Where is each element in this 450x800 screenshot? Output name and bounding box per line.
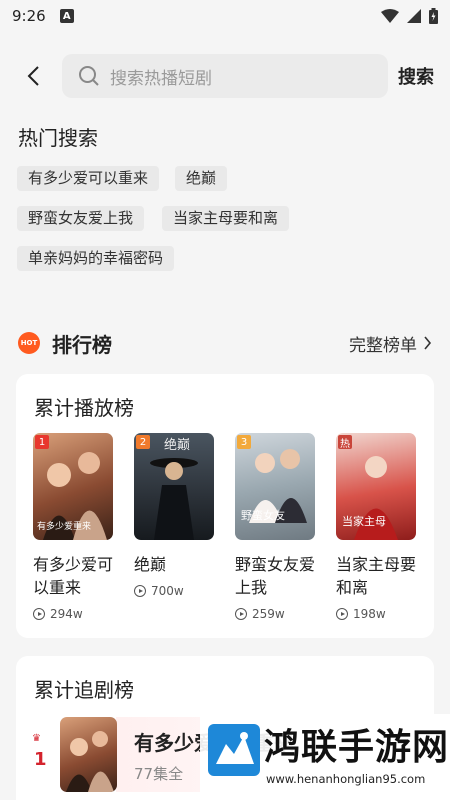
chevron-left-icon <box>27 66 39 86</box>
drama-name: 当家主母要和离 <box>336 555 417 597</box>
watermark-url: www.henanhonglian95.com <box>266 772 426 786</box>
hot-flame-icon: HOT <box>18 332 40 354</box>
status-bar: 9:26 A <box>0 0 450 32</box>
hot-tag[interactable]: 有多少爱可以重来 <box>17 166 160 191</box>
play-count: 259w <box>235 607 315 621</box>
ranking-title: 排行榜 <box>52 332 112 357</box>
search-placeholder: 搜索热播短剧 <box>110 68 212 89</box>
drama-poster: 当家主母 热 <box>336 433 416 540</box>
search-icon <box>79 66 99 86</box>
episode-count: 77集全 <box>134 765 184 783</box>
play-count: 294w <box>33 607 113 621</box>
drama-name: 绝巅 <box>134 555 167 574</box>
crown-icon: ♛ <box>32 733 41 744</box>
drama-card[interactable]: 有多少爱重来 1 有多少爱可以重来 294w <box>33 433 113 621</box>
notification-a-icon: A <box>59 9 74 23</box>
drama-card[interactable]: 绝巅 2 绝巅 700w <box>134 433 214 598</box>
svg-text:野蛮女友: 野蛮女友 <box>241 508 285 522</box>
play-icon <box>235 608 247 620</box>
play-count: 700w <box>134 584 214 598</box>
back-button[interactable] <box>18 61 48 91</box>
rank-badge: 2 <box>136 435 150 449</box>
hot-tag[interactable]: 野蛮女友爱上我 <box>17 206 145 231</box>
svg-text:当家主母: 当家主母 <box>342 514 386 528</box>
hot-search-title: 热门搜索 <box>18 126 98 150</box>
play-count-value: 700w <box>151 584 184 598</box>
drama-card[interactable]: 野蛮女友 3 野蛮女友爱上我 259w <box>235 433 315 621</box>
wifi-icon <box>381 9 399 23</box>
watermark: 鸿联手游网 www.henanhonglian95.com <box>200 714 450 800</box>
search-row: 搜索热播短剧 搜索 <box>0 54 450 98</box>
drama-card[interactable]: 当家主母 热 当家主母要和离 198w <box>336 433 416 621</box>
watermark-logo-icon <box>208 724 260 776</box>
signal-icon <box>407 9 421 23</box>
search-input[interactable]: 搜索热播短剧 <box>62 54 388 98</box>
hot-tag[interactable]: 绝巅 <box>175 166 228 191</box>
drama-name: 有多少爱可以重来 <box>33 555 114 597</box>
rank-badge: 1 <box>35 435 49 449</box>
follow-chart-title: 累计追剧榜 <box>34 678 134 702</box>
full-list-link[interactable]: 完整榜单 <box>349 331 432 356</box>
rank-badge: 3 <box>237 435 251 449</box>
ranking-header: HOT 排行榜 完整榜单 <box>18 326 432 360</box>
play-icon <box>336 608 348 620</box>
play-count: 198w <box>336 607 416 621</box>
drama-poster: 绝巅 2 <box>134 433 214 540</box>
hot-tag[interactable]: 单亲妈妈的幸福密码 <box>17 246 175 271</box>
chevron-right-icon <box>424 336 432 350</box>
play-count-value: 259w <box>252 607 285 621</box>
svg-text:绝巅: 绝巅 <box>164 437 190 453</box>
svg-text:有多少爱重来: 有多少爱重来 <box>37 520 91 532</box>
search-button[interactable]: 搜索 <box>398 63 434 89</box>
drama-poster <box>60 717 117 792</box>
play-count-value: 198w <box>353 607 386 621</box>
hot-tag[interactable]: 当家主母要和离 <box>162 206 290 231</box>
drama-name: 野蛮女友爱上我 <box>235 555 316 597</box>
play-count-value: 294w <box>50 607 83 621</box>
status-time: 9:26 <box>12 7 46 25</box>
play-icon <box>33 608 45 620</box>
drama-poster: 有多少爱重来 1 <box>33 433 113 540</box>
follow-rank: 1 <box>34 749 47 770</box>
battery-icon <box>429 8 438 24</box>
drama-poster: 野蛮女友 3 <box>235 433 315 540</box>
full-list-label: 完整榜单 <box>349 335 417 356</box>
play-chart-title: 累计播放榜 <box>34 396 134 420</box>
rank-badge: 热 <box>338 435 352 450</box>
watermark-text: 鸿联手游网 <box>264 726 450 768</box>
play-icon <box>134 585 146 597</box>
play-chart-card: 累计播放榜 有多少爱重来 1 有多少爱可以重来 294w 绝巅 2 绝巅 700… <box>16 374 434 638</box>
